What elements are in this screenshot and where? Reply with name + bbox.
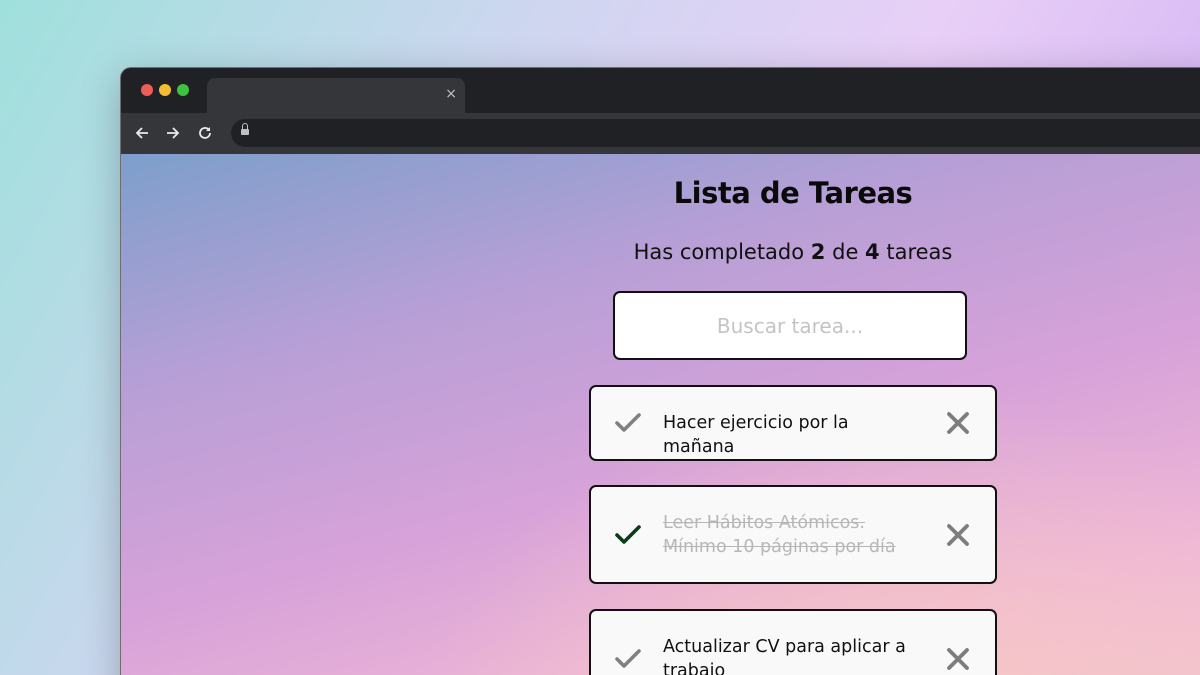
delete-task-button[interactable] [943,644,973,674]
counter-middle: de [832,240,859,264]
minimize-window-button[interactable] [159,84,171,96]
delete-task-button[interactable] [943,408,973,438]
browser-window: × Lista de Tareas Has completado 2 de 4 … [121,68,1200,675]
close-window-button[interactable] [141,84,153,96]
page-title: Lista de Tareas [673,176,913,210]
reload-icon [199,127,211,139]
arrow-right-icon [167,127,180,139]
delete-task-button[interactable] [943,520,973,550]
complete-toggle[interactable] [613,644,643,674]
address-bar[interactable] [231,119,1200,147]
browser-tab[interactable]: × [207,78,465,113]
task-item: Actualizar CV para aplicar a trabajo [589,609,997,675]
close-icon [947,648,969,670]
lock-icon [241,123,249,136]
task-text: Leer Hábitos Atómicos. Mínimo 10 páginas… [663,513,896,557]
complete-toggle[interactable] [613,408,643,438]
complete-toggle[interactable] [613,520,643,550]
check-icon [615,413,641,432]
counter-suffix: tareas [886,240,953,264]
browser-toolbar [121,113,1200,154]
total-count: 4 [865,240,880,264]
close-icon [947,412,969,434]
completed-count: 2 [810,240,826,264]
window-controls [141,84,189,96]
page-viewport: Lista de Tareas Has completado 2 de 4 ta… [121,154,1200,675]
forward-button[interactable] [162,122,184,144]
task-item: Hacer ejercicio por la mañana [589,385,997,461]
counter-prefix: Has completado [633,240,805,264]
reload-button[interactable] [194,122,216,144]
close-icon [947,524,969,546]
task-text: Actualizar CV para aplicar a trabajo [663,637,906,675]
task-item: Leer Hábitos Atómicos. Mínimo 10 páginas… [589,485,997,584]
tab-bar: × [121,68,1200,113]
back-button[interactable] [131,122,153,144]
tab-close-icon[interactable]: × [445,86,457,102]
completion-counter: Has completado 2 de 4 tareas [589,240,997,264]
arrow-left-icon [135,127,148,139]
maximize-window-button[interactable] [177,84,189,96]
search-input[interactable] [613,291,967,360]
check-icon [615,649,641,668]
check-icon [615,525,641,544]
task-text: Hacer ejercicio por la mañana [663,413,849,457]
